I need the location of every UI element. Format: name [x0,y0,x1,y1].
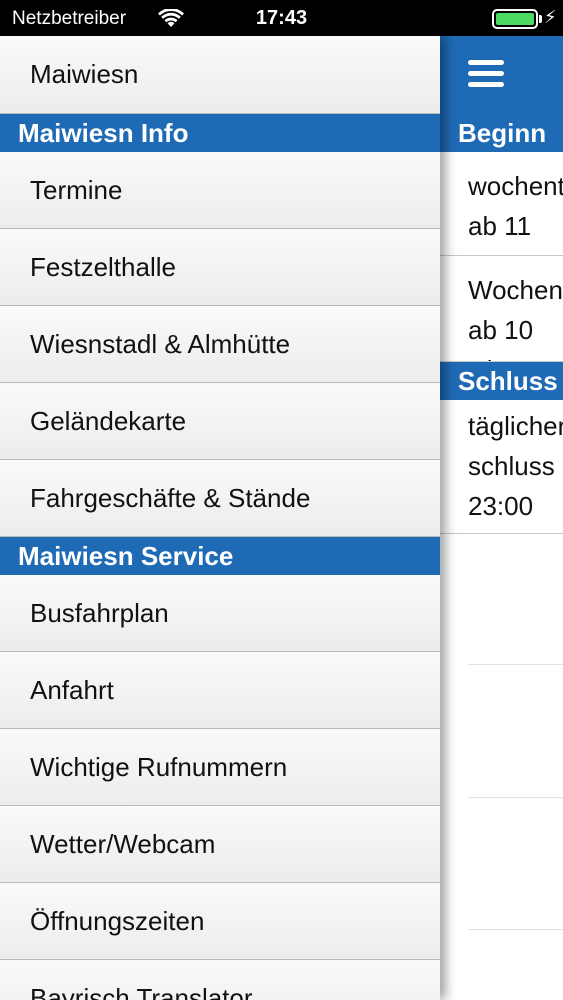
main-nav-bar [440,36,563,114]
empty-row-separator [468,664,563,665]
battery-icon [492,9,538,29]
drawer-item-wetter[interactable]: Wetter/Webcam [0,806,440,883]
hamburger-menu-icon[interactable] [468,60,504,88]
main-section-header: Beginn [440,114,563,152]
screen: Netzbetreiber 17:43 ⚡ Beginn wochentags … [0,0,563,1000]
drawer-item-oeffnungszeiten[interactable]: Öffnungszeiten [0,883,440,960]
drawer-item-anfahrt[interactable]: Anfahrt [0,652,440,729]
drawer-section-service: Maiwiesn Service [0,537,440,575]
main-cell[interactable]: täglicher schluss 23:00 Uhr [440,400,563,534]
drawer-item-translator[interactable]: Bayrisch Translator [0,960,440,1000]
main-cell[interactable]: wochentags ab 11 Uhr [440,152,563,256]
drawer-item-rufnummern[interactable]: Wichtige Rufnummern [0,729,440,806]
clock: 17:43 [255,7,308,29]
drawer-item-gelaendekarte[interactable]: Geländekarte [0,383,440,460]
drawer-item-maiwiesn[interactable]: Maiwiesn [0,36,440,114]
main-content: Beginn wochentags ab 11 Uhr Wochenende a… [440,36,563,1000]
drawer-section-info: Maiwiesn Info [0,114,440,152]
empty-row-separator [468,797,563,798]
main-section-header: Schluss [440,362,563,400]
charging-bolt-icon: ⚡ [544,7,557,27]
battery-level [496,13,534,25]
drawer-item-termine[interactable]: Termine [0,152,440,229]
drawer-item-festzelthalle[interactable]: Festzelthalle [0,229,440,306]
status-bar: Netzbetreiber 17:43 ⚡ [0,0,563,36]
drawer-item-fahrgeschaefte[interactable]: Fahrgeschäfte & Stände [0,460,440,537]
drawer-item-busfahrplan[interactable]: Busfahrplan [0,575,440,652]
side-drawer: Maiwiesn Maiwiesn Info Termine Festzelth… [0,36,440,1000]
empty-row-separator [468,929,563,930]
battery-tip [539,15,542,23]
drawer-item-wiesnstadl[interactable]: Wiesnstadl & Almhütte [0,306,440,383]
main-cell[interactable]: Wochenende ab 10 Uhr [440,256,563,362]
